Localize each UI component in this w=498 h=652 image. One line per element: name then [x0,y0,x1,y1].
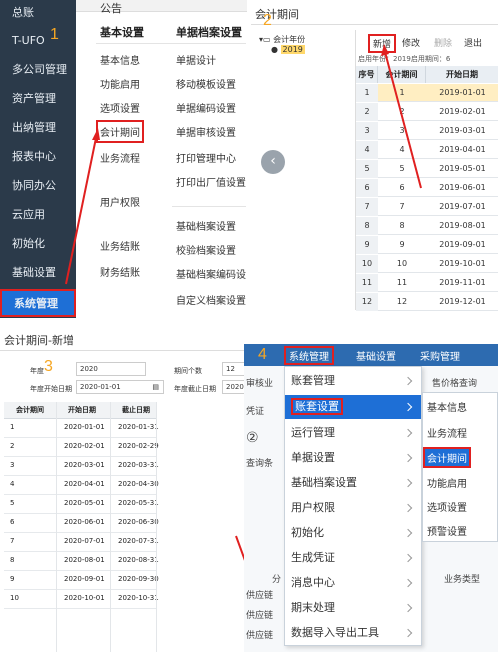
menu-init[interactable]: 初始化 [285,521,421,545]
chevron-right-icon [403,553,413,563]
sub-business-flow[interactable]: 业务流程 [427,425,467,440]
bg-text: 售价格查询 [432,379,478,389]
bg-text: 供应链 [246,591,274,601]
chevron-right-icon [403,578,413,588]
menu-user-permissions[interactable]: 用户权限 [285,496,421,520]
sub-accounting-period[interactable]: 会计期间 [423,447,471,468]
bg-text: ② [246,430,259,446]
arrow-annotation [381,44,422,189]
bg-text: 审核业 [246,379,274,389]
chevron-right-icon [403,528,413,538]
chevron-right-icon [403,402,413,412]
bg-text: 凭证 [246,407,265,417]
menu-generate-voucher[interactable]: 生成凭证 [285,546,421,570]
menu-data-import-export[interactable]: 数据导入导出工具 [285,621,421,645]
bg-text: 业务类型 [444,575,481,585]
top-nav-purchase[interactable]: 采购管理 [420,348,460,363]
bg-text: 分 [272,575,282,585]
panel-accounting-period: 会计期间 2 ▾▭ 会计年份 ● 2019 ‹ 新增 修改 删除 退出 启用年份… [251,0,498,318]
panel-menu-path: 4 系统管理 基础设置 采购管理 审核业 凭证 ② 查询条 供应链 供应链 供应… [244,326,498,652]
step-number: 4 [258,346,267,363]
account-settings-submenu: 基本信息 业务流程 会计期间 功能启用 选项设置 预警设置 [422,392,498,542]
chevron-right-icon [403,503,413,513]
menu-account-management[interactable]: 账套管理 [285,369,421,393]
sub-feature-enable[interactable]: 功能启用 [427,475,467,490]
menu-doc-settings[interactable]: 单据设置 [285,446,421,470]
arrow-annotation [235,535,247,567]
sub-alerts[interactable]: 预警设置 [427,523,467,538]
menu-archive-settings[interactable]: 基础档案设置 [285,471,421,495]
menu-message-center[interactable]: 消息中心 [285,571,421,595]
chevron-right-icon [403,376,413,386]
arrow-annotation [65,128,100,285]
menu-account-settings[interactable]: 账套设置 [285,395,421,419]
sub-options[interactable]: 选项设置 [427,499,467,514]
top-nav-system-management[interactable]: 系统管理 [284,346,334,365]
bg-text: 供应链 [246,631,274,641]
chevron-right-icon [403,453,413,463]
system-dropdown: 账套管理 账套设置 运行管理 单据设置 基础档案设置 用户权限 初始化 生成凭证… [284,366,422,646]
bg-text: 查询条 [246,459,274,469]
chevron-right-icon [403,478,413,488]
sub-basic-info[interactable]: 基本信息 [427,399,467,414]
chevron-right-icon [403,628,413,638]
chevron-right-icon [403,428,413,438]
panel-system-menu: 公告 总账 T-UFO 多公司管理 资产管理 出纳管理 报表中心 协同办公 云应… [0,0,247,318]
chevron-right-icon [403,603,413,613]
menu-run-management[interactable]: 运行管理 [285,421,421,445]
panel-period-new: 会计期间-新增 3 年度 2020 期间个数 12 年度开始日期 2020-01… [0,326,247,652]
top-nav-basic-settings[interactable]: 基础设置 [356,348,396,363]
menu-period-end[interactable]: 期末处理 [285,596,421,620]
bg-text: 供应链 [246,611,274,621]
